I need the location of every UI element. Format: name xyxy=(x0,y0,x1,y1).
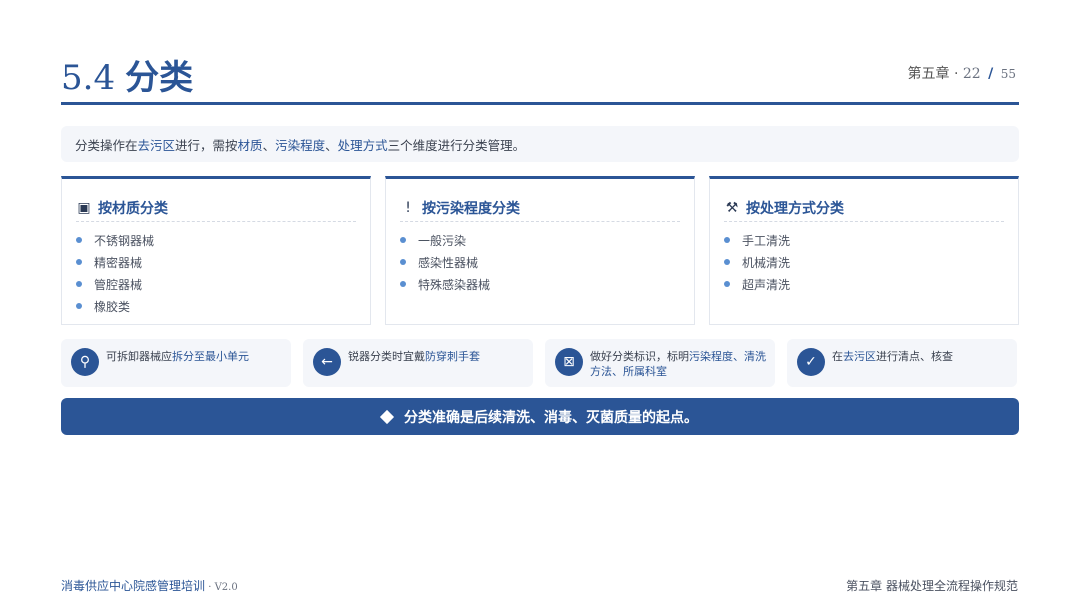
bullet-dot xyxy=(400,281,406,287)
list-item: 特殊感染器械 xyxy=(400,273,490,295)
list-item-label: 橡胶类 xyxy=(94,299,131,314)
tip-text-plain: 进行清点、核查 xyxy=(876,350,953,363)
intro-text: 、 xyxy=(262,137,276,153)
intro-text: 、 xyxy=(325,137,338,153)
tip-card: ✓ 在去污区进行清点、核查 xyxy=(787,339,1017,387)
list-item: 精密器械 xyxy=(76,251,154,273)
footer-chapter-title: 第五章 器械处理全流程操作规范 xyxy=(846,579,1018,593)
title-divider xyxy=(61,102,1019,105)
intro-highlight-material: 材质 xyxy=(237,137,263,153)
list-item-label: 超声清洗 xyxy=(742,277,791,292)
card-header: ▣ 按材质分类 xyxy=(76,195,356,222)
diamond-icon xyxy=(379,409,395,424)
square-box-icon: ▣ xyxy=(77,200,91,216)
list-item-label: 机械清洗 xyxy=(742,255,791,270)
list-item-label: 特殊感染器械 xyxy=(418,277,491,292)
list-item: 手工清洗 xyxy=(724,229,790,251)
list-item-label: 一般污染 xyxy=(418,233,467,248)
tip-text: 做好分类标识，标明污染程度、清洗方法、所属科室 xyxy=(590,349,768,379)
search-icon: ⚲ xyxy=(71,348,99,376)
list-item-label: 精密器械 xyxy=(94,255,143,270)
list-item-label: 手工清洗 xyxy=(742,233,791,248)
bullet-dot xyxy=(400,259,406,265)
exclamation-icon: ! xyxy=(405,200,411,216)
tip-text: 可拆卸器械应拆分至最小单元 xyxy=(106,349,284,364)
chapter-label: 第五章 · xyxy=(907,66,959,82)
check-icon: ✓ xyxy=(797,348,825,376)
total-pages: 55 xyxy=(1000,67,1016,81)
tip-card: ← 锐器分类时宜戴防穿刺手套 xyxy=(303,339,533,387)
bullet-dot xyxy=(724,281,730,287)
classification-cards: ▣ 按材质分类 不锈钢器械 精密器械 管腔器械 橡胶类 ! 按污染程度分类 一般… xyxy=(61,176,1019,326)
list-item: 机械清洗 xyxy=(724,251,790,273)
intro-highlight-contamination: 污染程度 xyxy=(275,137,326,153)
list-item: 橡胶类 xyxy=(76,295,154,317)
bullet-dot xyxy=(76,237,82,243)
section-number: 5.4 xyxy=(61,58,116,98)
bullet-dot xyxy=(400,237,406,243)
label-box-icon: ⊠ xyxy=(555,348,583,376)
tip-text-highlight: 拆分至最小单元 xyxy=(172,350,249,363)
list-item-label: 感染性器械 xyxy=(418,255,479,270)
intro-panel: 分类操作在 去污区 进行，需按 材质、污染程度、处理方式 三个维度进行分类管理。 xyxy=(61,126,1019,162)
tip-text-plain: 做好分类标识，标明 xyxy=(590,350,689,363)
section-title: 分类 xyxy=(125,58,194,98)
page-title: 5.4 分类 xyxy=(61,50,193,98)
tip-text-highlight: 去污区 xyxy=(843,350,876,363)
footer-separator: · xyxy=(205,582,215,593)
tip-card: ⚲ 可拆卸器械应拆分至最小单元 xyxy=(61,339,291,387)
card-item-list: 一般污染 感染性器械 特殊感染器械 xyxy=(400,229,490,295)
list-item-label: 不锈钢器械 xyxy=(94,233,155,248)
intro-text: 进行，需按 xyxy=(175,137,238,153)
list-item: 不锈钢器械 xyxy=(76,229,154,251)
intro-highlight-method: 处理方式 xyxy=(337,137,388,153)
intro-text: 分类操作在 xyxy=(75,137,138,153)
tip-text: 在去污区进行清点、核查 xyxy=(832,349,1010,364)
page-counter: 第五章 · 22 / 55 xyxy=(908,63,1017,83)
card-item-list: 手工清洗 机械清洗 超声清洗 xyxy=(724,229,790,295)
card-processing-method: ⚒ 按处理方式分类 手工清洗 机械清洗 超声清洗 xyxy=(709,176,1019,325)
card-title: 按污染程度分类 xyxy=(422,201,520,217)
footer-course-title: 消毒供应中心院感管理培训 · V2.0 xyxy=(61,577,238,594)
bullet-dot xyxy=(76,303,82,309)
card-title: 按处理方式分类 xyxy=(746,201,844,217)
card-title: 按材质分类 xyxy=(98,201,168,217)
tip-text-highlight: 防穿刺手套 xyxy=(425,350,480,363)
tip-text-plain: 可拆卸器械应 xyxy=(106,350,172,363)
bullet-dot xyxy=(76,281,82,287)
card-material: ▣ 按材质分类 不锈钢器械 精密器械 管腔器械 橡胶类 xyxy=(61,176,371,325)
intro-highlight-area: 去污区 xyxy=(137,137,176,153)
tips-row: ⚲ 可拆卸器械应拆分至最小单元 ← 锐器分类时宜戴防穿刺手套 ⊠ 做好分类标识，… xyxy=(61,339,1019,387)
banner-text: 分类准确是后续清洗、消毒、灭菌质量的起点。 xyxy=(404,409,698,426)
bullet-dot xyxy=(76,259,82,265)
page-separator: / xyxy=(988,66,994,82)
card-item-list: 不锈钢器械 精密器械 管腔器械 橡胶类 xyxy=(76,229,154,317)
arrow-left-icon: ← xyxy=(313,348,341,376)
footer-version: V2.0 xyxy=(214,582,238,593)
tip-text-plain: 在 xyxy=(832,350,843,363)
tools-icon: ⚒ xyxy=(725,200,739,216)
current-page: 22 xyxy=(962,66,981,82)
list-item-label: 管腔器械 xyxy=(94,277,143,292)
list-item: 感染性器械 xyxy=(400,251,490,273)
list-item: 管腔器械 xyxy=(76,273,154,295)
bullet-dot xyxy=(724,259,730,265)
footer-left-text: 消毒供应中心院感管理培训 xyxy=(61,579,206,593)
summary-banner: 分类准确是后续清洗、消毒、灭菌质量的起点。 xyxy=(61,398,1019,435)
card-contamination: ! 按污染程度分类 一般污染 感染性器械 特殊感染器械 xyxy=(385,176,695,325)
card-header: ⚒ 按处理方式分类 xyxy=(724,195,1004,222)
card-header: ! 按污染程度分类 xyxy=(400,195,680,222)
tip-card: ⊠ 做好分类标识，标明污染程度、清洗方法、所属科室 xyxy=(545,339,775,387)
tip-text: 锐器分类时宜戴防穿刺手套 xyxy=(348,349,526,364)
list-item: 一般污染 xyxy=(400,229,490,251)
list-item: 超声清洗 xyxy=(724,273,790,295)
intro-text: 三个维度进行分类管理。 xyxy=(387,137,526,153)
bullet-dot xyxy=(724,237,730,243)
tip-text-plain: 锐器分类时宜戴 xyxy=(348,350,425,363)
